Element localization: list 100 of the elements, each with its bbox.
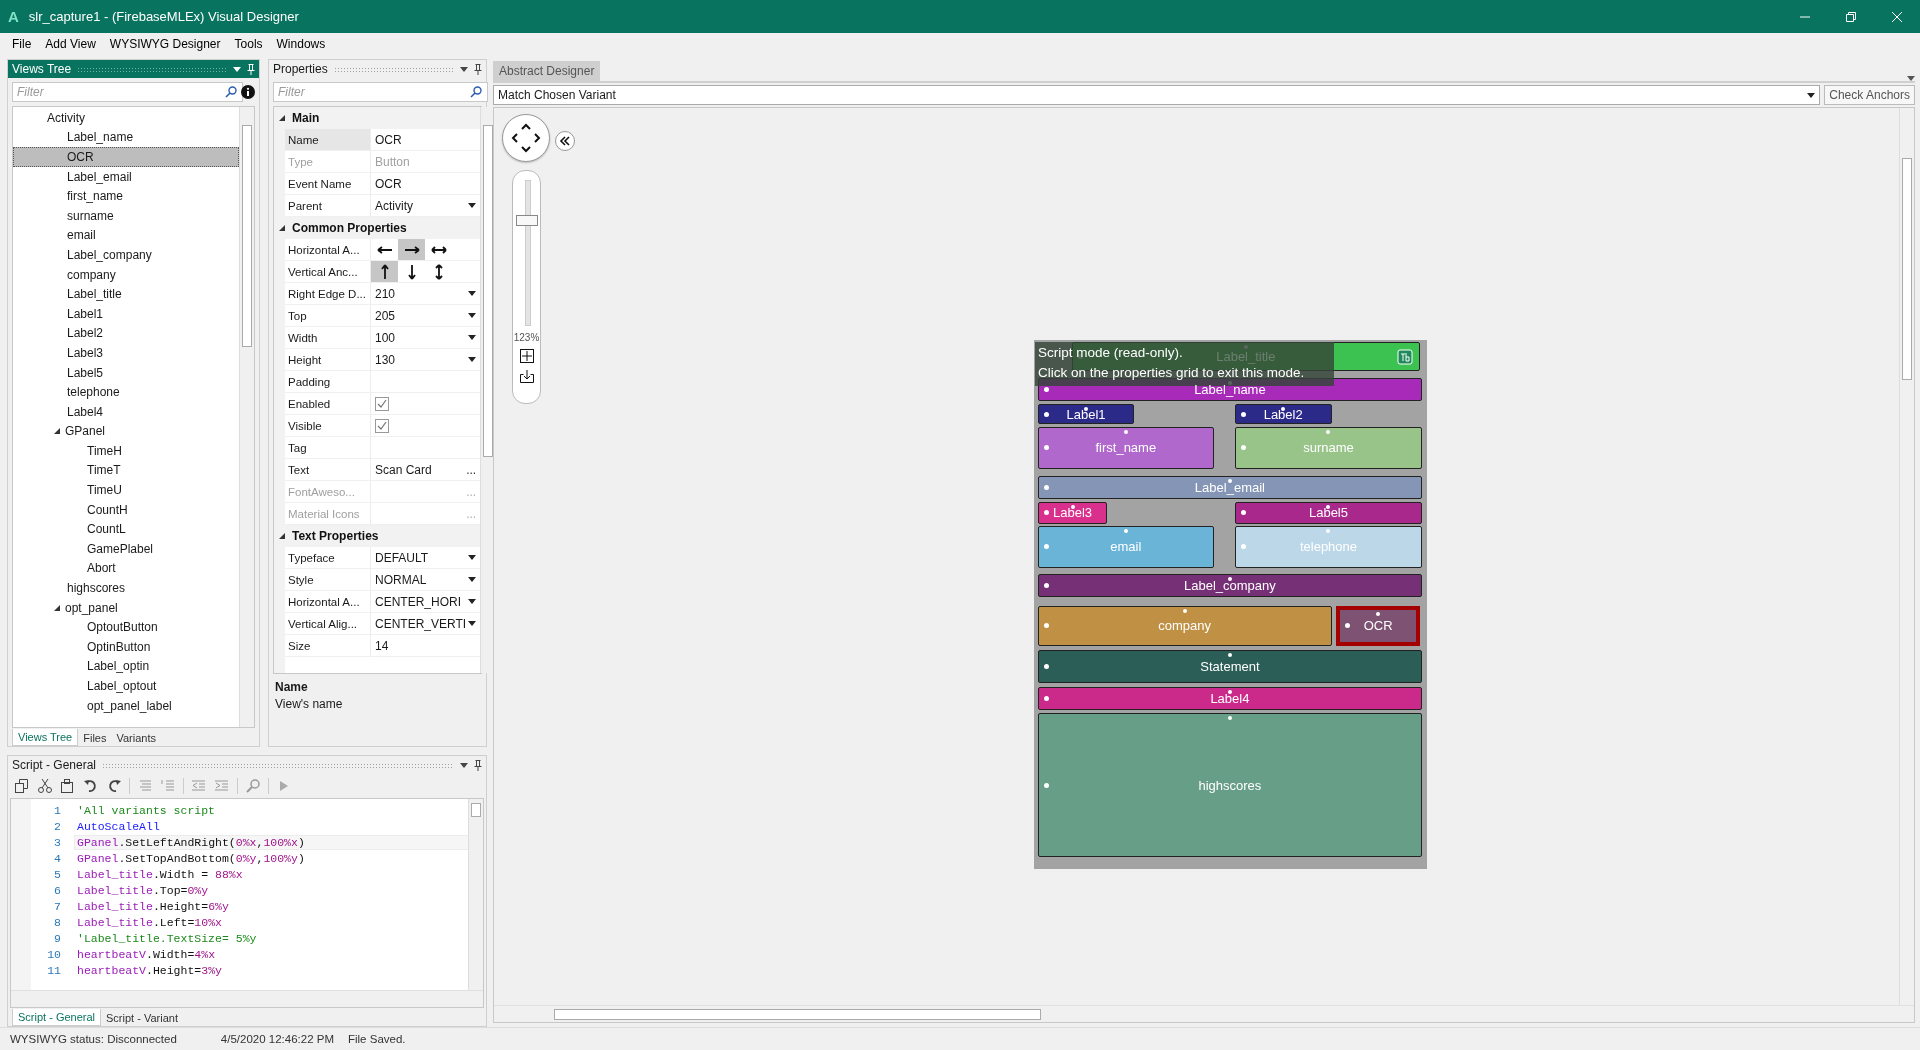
menu-item[interactable]: Tools (228, 35, 269, 53)
tree-item[interactable]: Label_optin (13, 656, 239, 677)
panel-tab[interactable]: Views Tree (12, 729, 79, 746)
tree-item[interactable]: Label_optout (13, 676, 239, 696)
designer-view[interactable]: OCR (1336, 605, 1420, 647)
dropdown-caret-icon[interactable] (468, 291, 477, 296)
expander-icon[interactable] (278, 532, 286, 540)
property-value[interactable]: OCR (375, 132, 402, 147)
download-button[interactable] (519, 369, 534, 383)
designer-view[interactable]: Statement (1037, 649, 1423, 683)
info-icon[interactable] (241, 85, 255, 99)
property-value[interactable]: 130 (375, 352, 396, 367)
filter-field[interactable]: Filter (12, 82, 243, 102)
dropdown-caret-icon[interactable] (468, 599, 477, 604)
tree-item[interactable]: GPanel (13, 421, 239, 442)
tree-item[interactable]: highscores (13, 578, 239, 598)
designer-view[interactable]: Label2 (1234, 403, 1332, 425)
pin-icon[interactable] (474, 759, 482, 771)
tree-item[interactable]: TimeH (13, 441, 239, 461)
menu-item[interactable]: Windows (270, 35, 332, 53)
collapse-button[interactable] (555, 131, 575, 151)
pin-icon[interactable] (474, 63, 482, 75)
tree-item[interactable]: TimeU (13, 480, 239, 500)
dropdown-icon[interactable] (233, 66, 241, 72)
checkbox[interactable] (375, 418, 389, 433)
tree-item[interactable]: Label3 (13, 343, 239, 363)
tree-item[interactable]: surname (13, 205, 239, 226)
dropdown-icon[interactable] (460, 762, 468, 768)
tree-item[interactable]: Label_email (13, 166, 239, 187)
property-value[interactable]: 210 (375, 286, 396, 301)
designer-tab[interactable]: Abstract Designer (493, 61, 601, 81)
variant-dropdown[interactable]: Match Chosen Variant (493, 85, 1821, 105)
tree-item[interactable]: email (13, 225, 239, 246)
tree-item[interactable]: TimeT (13, 460, 239, 481)
property-value[interactable]: CENTER_VERTI (375, 616, 467, 631)
designer-view[interactable]: Label1 (1037, 403, 1135, 425)
tree-item[interactable]: OptinButton (13, 637, 239, 657)
tree-item[interactable]: company (13, 264, 239, 285)
slider-thumb[interactable] (515, 215, 538, 227)
dropdown-caret-icon[interactable] (468, 621, 477, 626)
navigation-pad[interactable] (502, 114, 550, 162)
designer-view[interactable]: Label_company (1037, 573, 1423, 598)
dropdown-caret-icon[interactable] (468, 335, 477, 340)
tree-item[interactable]: telephone (13, 382, 239, 402)
panel-tab[interactable]: Files (78, 730, 112, 746)
property-value[interactable]: Scan Card (375, 462, 432, 477)
dropdown-icon[interactable] (1907, 76, 1915, 81)
property-value[interactable]: DEFAULT (375, 550, 429, 565)
expander-icon[interactable] (278, 114, 286, 122)
tree-item[interactable]: Label2 (13, 323, 239, 344)
property-value[interactable]: OCR (375, 176, 402, 191)
tree-item[interactable]: OCR (13, 147, 239, 167)
expander-icon[interactable] (278, 224, 286, 232)
scrollbar[interactable] (494, 1005, 1914, 1022)
property-value[interactable]: Activity (375, 198, 413, 213)
dropdown-caret-icon[interactable] (468, 357, 477, 362)
tree-item[interactable]: Label_name (13, 127, 239, 148)
tree-item[interactable]: CountL (13, 519, 239, 540)
tree-item[interactable]: Abort (13, 558, 239, 579)
fit-button[interactable] (519, 349, 534, 363)
dropdown-caret-icon[interactable] (468, 577, 477, 582)
dropdown-icon[interactable] (460, 66, 468, 72)
dropdown-caret-icon[interactable] (468, 203, 477, 208)
tree-item[interactable]: CountH (13, 499, 239, 520)
scrollbar-thumb[interactable] (554, 1008, 1041, 1020)
scrollbar[interactable] (239, 107, 254, 727)
tree-item[interactable]: Label5 (13, 362, 239, 383)
tree-item[interactable]: Label4 (13, 401, 239, 422)
tree-item[interactable]: Activity (13, 108, 239, 128)
property-value[interactable]: 205 (375, 308, 396, 323)
designer-view[interactable]: Label3 (1037, 501, 1108, 524)
menu-item[interactable]: Add View (39, 35, 102, 53)
scrollbar-thumb[interactable] (483, 125, 494, 457)
property-value[interactable]: NORMAL (375, 572, 427, 587)
scrollbar-thumb[interactable] (242, 125, 252, 347)
tree-item[interactable]: Label_title (13, 284, 239, 304)
panel-tab[interactable]: Script - General (12, 1009, 102, 1026)
tree-item[interactable]: Label_company (13, 245, 239, 265)
tree-item[interactable]: opt_panel_label (13, 695, 239, 716)
dropdown-caret-icon[interactable] (468, 313, 477, 318)
scrollbar[interactable] (468, 799, 483, 990)
anchor-button[interactable] (371, 261, 398, 282)
dropdown-caret-icon[interactable] (1807, 92, 1816, 98)
check-anchors-button[interactable]: Check Anchors (1824, 85, 1915, 105)
panel-tab[interactable]: Script - Variant (101, 1010, 183, 1026)
menu-item[interactable]: File (6, 35, 38, 53)
tree-item[interactable]: Label1 (13, 303, 239, 324)
tree-item[interactable]: OptoutButton (13, 617, 239, 638)
filter-field[interactable]: Filter (273, 82, 488, 102)
zoom-slider[interactable] (515, 180, 538, 326)
ellipsis-button[interactable]: ... (466, 462, 477, 477)
designer-view[interactable]: Label4 (1037, 686, 1423, 710)
designer-view[interactable]: first_name (1037, 426, 1214, 469)
expander-icon[interactable] (53, 427, 61, 436)
property-value[interactable]: 100 (375, 330, 396, 345)
scrollbar[interactable] (11, 990, 483, 1007)
checkbox[interactable] (375, 396, 389, 411)
tree-item[interactable]: GamePlabel (13, 539, 239, 559)
scrollbar-thumb[interactable] (1902, 158, 1912, 380)
designer-view[interactable]: Label5 (1234, 501, 1423, 524)
